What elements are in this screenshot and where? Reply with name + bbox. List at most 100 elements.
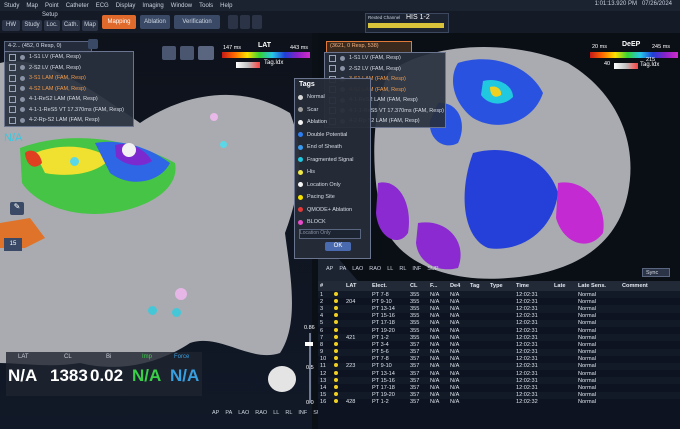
menu-item-imaging[interactable]: Imaging: [142, 3, 163, 9]
eye-icon[interactable]: [20, 96, 25, 102]
point-marker[interactable]: [122, 143, 136, 157]
left-map-list-item[interactable]: 4-S2 LAM (FAM, Resp): [5, 84, 133, 95]
map-button[interactable]: Map: [82, 20, 98, 31]
tag-item[interactable]: BLOCK: [295, 216, 370, 229]
menu-item-display[interactable]: Display: [116, 3, 136, 9]
table-row[interactable]: 10 PT 7-8 357 N/A N/A 12:02:31 Normal: [318, 356, 680, 363]
table-row[interactable]: 8 PT 3-4 357 N/A N/A 12:02:31 Normal: [318, 341, 680, 348]
column-header[interactable]: Comment: [620, 283, 662, 289]
column-header[interactable]: Late: [552, 283, 576, 289]
sync-select[interactable]: Sync: [642, 268, 670, 277]
tool-icon-2[interactable]: [240, 15, 250, 29]
column-header[interactable]: LAT: [344, 283, 370, 289]
left-map-list-item[interactable]: 2-S2 LV (FAM, Resp): [5, 63, 133, 74]
table-row[interactable]: 16 428 PT 1-2 357 N/A N/A 12:02:32 Normal: [318, 399, 680, 406]
eye-icon[interactable]: [20, 65, 25, 71]
side-number[interactable]: 15: [4, 238, 22, 251]
column-header[interactable]: Time: [514, 283, 552, 289]
tag-item[interactable]: Fragmented Signal: [295, 154, 370, 167]
checkbox-icon[interactable]: [9, 53, 16, 61]
view-button-rao[interactable]: RAO: [369, 266, 381, 272]
checkbox-icon[interactable]: [9, 74, 16, 82]
view-button-ll[interactable]: LL: [273, 410, 279, 416]
menu-item-study[interactable]: Study: [4, 3, 19, 9]
view-button-rl[interactable]: RL: [399, 266, 406, 272]
column-header[interactable]: Elect.: [370, 283, 408, 289]
tag-item[interactable]: Ablation: [295, 116, 370, 129]
eye-icon[interactable]: [20, 75, 25, 81]
menu-item-catheter[interactable]: Catheter: [66, 3, 89, 9]
tag-item[interactable]: Location Only: [295, 179, 370, 192]
tag-item[interactable]: Double Potential: [295, 129, 370, 142]
view-button-ap[interactable]: AP: [212, 410, 219, 416]
view-button-lao[interactable]: LAO: [352, 266, 363, 272]
view-button-rao[interactable]: RAO: [255, 410, 267, 416]
menu-item-tools[interactable]: Tools: [199, 3, 213, 9]
point-marker[interactable]: [70, 157, 79, 166]
point-marker[interactable]: [175, 288, 187, 300]
checkbox-icon[interactable]: [9, 95, 16, 103]
hw-button[interactable]: HW: [2, 20, 20, 31]
table-row[interactable]: 5 PT 17-18 355 N/A N/A 12:02:31 Normal: [318, 319, 680, 327]
study-button[interactable]: Study: [22, 20, 42, 31]
left-view-icon-2[interactable]: [180, 46, 194, 60]
left-view-icon-1[interactable]: [162, 46, 176, 60]
column-header[interactable]: Late Sens.: [576, 283, 620, 289]
scale-slider-handle[interactable]: [305, 342, 313, 346]
mapping-button[interactable]: Mapping: [102, 15, 136, 29]
point-marker[interactable]: [172, 308, 181, 317]
tags-select[interactable]: Location Only: [299, 229, 361, 239]
tags-ok-button[interactable]: OK: [325, 242, 351, 251]
left-map-options-icon[interactable]: [88, 39, 98, 49]
checkbox-icon[interactable]: [9, 116, 16, 124]
cath-button[interactable]: Cath.: [62, 20, 80, 31]
column-header[interactable]: CL: [408, 283, 428, 289]
column-header[interactable]: Tag: [468, 283, 488, 289]
menu-item-map[interactable]: Map: [26, 3, 38, 9]
table-row[interactable]: 13 PT 15-16 357 N/A N/A 12:02:31 Normal: [318, 377, 680, 385]
menu-item-ecg[interactable]: ECG: [96, 3, 109, 9]
table-row[interactable]: 3 PT 13-14 355 N/A N/A 12:02:31 Normal: [318, 305, 680, 313]
checkbox-icon[interactable]: [329, 54, 336, 62]
menu-item-help[interactable]: Help: [220, 3, 232, 9]
view-button-inf[interactable]: INF: [298, 410, 307, 416]
checkbox-icon[interactable]: [9, 64, 16, 72]
table-row[interactable]: 14 PT 17-18 357 N/A N/A 12:02:31 Normal: [318, 384, 680, 391]
left-map-list-item[interactable]: 3-S1 LAM (FAM, Resp): [5, 73, 133, 84]
eye-icon[interactable]: [340, 66, 345, 72]
tag-item[interactable]: Scar: [295, 104, 370, 117]
point-marker[interactable]: [210, 113, 218, 121]
verification-button[interactable]: Verification: [174, 15, 220, 29]
view-button-lao[interactable]: LAO: [238, 410, 249, 416]
left-map-list-item[interactable]: 1-S1 LV (FAM, Resp): [5, 52, 133, 63]
table-row[interactable]: 7 421 PT 1-2 355 N/A N/A 12:02:31 Normal: [318, 334, 680, 342]
view-button-ap[interactable]: AP: [326, 266, 333, 272]
right-map-list-item[interactable]: 2-S2 LV (FAM, Resp): [325, 64, 445, 75]
left-map-list[interactable]: 1-S1 LV (FAM, Resp) 2-S2 LV (FAM, Resp) 3-…: [4, 51, 134, 127]
left-map-list-item[interactable]: 4-1-ReS2 LAM (FAM, Resp): [5, 94, 133, 105]
eye-icon[interactable]: [20, 107, 25, 113]
checkbox-icon[interactable]: [9, 85, 16, 93]
orientation-head-icon[interactable]: [268, 366, 296, 392]
tool-icon-3[interactable]: [252, 15, 262, 29]
tag-item[interactable]: QMODE+ Ablation: [295, 204, 370, 217]
table-row[interactable]: 11 223 PT 9-10 357 N/A N/A 12:02:31 Normal: [318, 362, 680, 371]
table-row[interactable]: 6 PT 19-20 355 N/A N/A 12:02:31 Normal: [318, 327, 680, 334]
column-header[interactable]: Type: [488, 283, 514, 289]
tool-icon-1[interactable]: [228, 15, 238, 29]
column-header[interactable]: F...: [428, 283, 448, 289]
table-row[interactable]: 15 PT 19-20 357 N/A N/A 12:02:31 Normal: [318, 391, 680, 399]
view-button-pa[interactable]: PA: [339, 266, 346, 272]
left-view-icon-3[interactable]: [198, 46, 214, 60]
view-button-ll[interactable]: LL: [387, 266, 393, 272]
view-button-pa[interactable]: PA: [225, 410, 232, 416]
checkbox-icon[interactable]: [9, 106, 16, 114]
point-marker[interactable]: [220, 141, 227, 148]
checkbox-icon[interactable]: [329, 65, 336, 73]
left-map-list-item[interactable]: 4-2-Rp-S2 LAM (FAM, Resp): [5, 115, 133, 126]
eye-icon[interactable]: [20, 54, 25, 60]
menu-item-window[interactable]: Window: [171, 3, 192, 9]
eye-icon[interactable]: [20, 86, 25, 92]
right-map-list-item[interactable]: 1-S1 LV (FAM, Resp): [325, 53, 445, 64]
view-button-rl[interactable]: RL: [285, 410, 292, 416]
